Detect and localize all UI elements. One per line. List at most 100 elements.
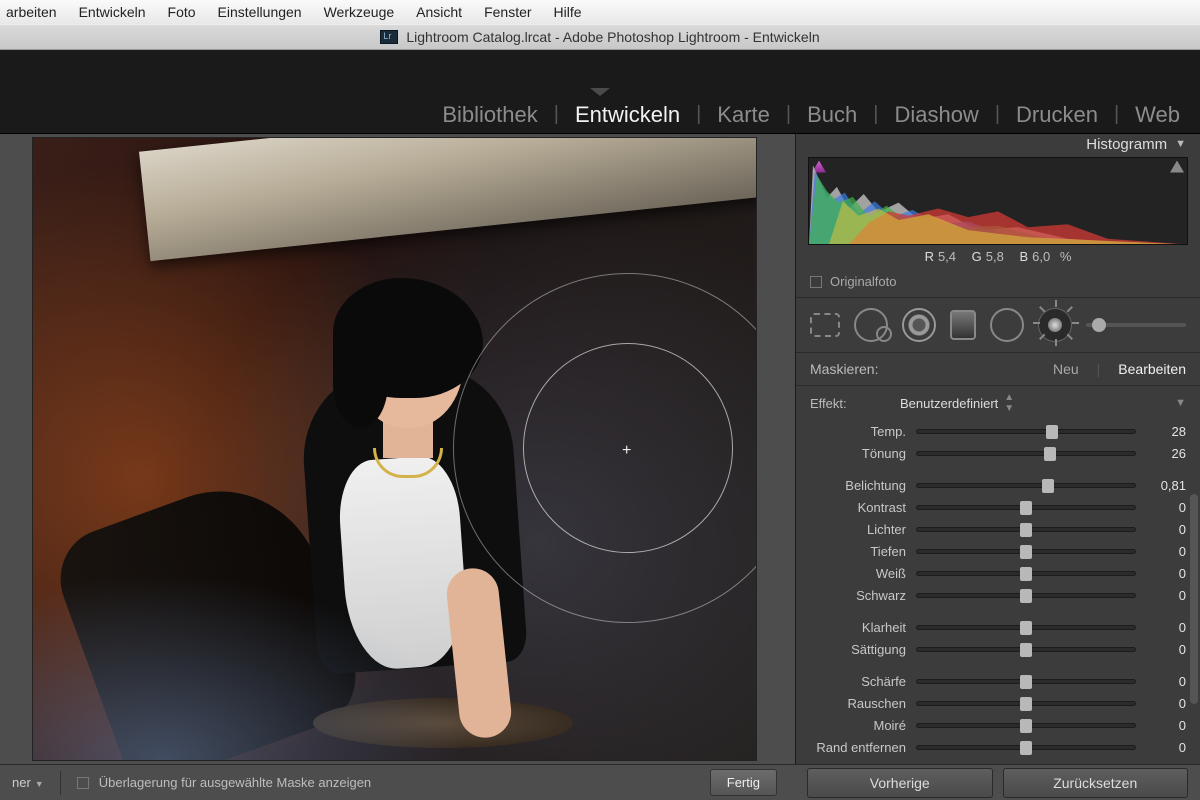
- slider-knob[interactable]: [1020, 567, 1032, 581]
- effect-value[interactable]: Benutzerdefiniert: [900, 396, 998, 411]
- adjustment-brush-tool-icon[interactable]: [1038, 308, 1072, 342]
- slider-row-moir: Moiré0: [810, 714, 1186, 736]
- toolbar-dropdown[interactable]: ner▼: [12, 775, 44, 790]
- slider-track[interactable]: [916, 745, 1136, 750]
- effect-stepper-icon[interactable]: ▲▼: [1004, 392, 1014, 414]
- slider-knob[interactable]: [1020, 589, 1032, 603]
- mask-mode-row: Maskieren: Neu | Bearbeiten: [796, 353, 1200, 385]
- slider-knob[interactable]: [1020, 675, 1032, 689]
- slider-row-rauschen: Rauschen0: [810, 692, 1186, 714]
- slider-knob[interactable]: [1020, 643, 1032, 657]
- histogram-display[interactable]: [808, 157, 1188, 245]
- slider-knob[interactable]: [1020, 523, 1032, 537]
- slider-track[interactable]: [916, 527, 1136, 532]
- os-menu-ansicht[interactable]: Ansicht: [416, 4, 462, 20]
- slider-label: Rand entfernen: [810, 740, 906, 755]
- os-menu-entwickeln[interactable]: Entwickeln: [79, 4, 146, 20]
- slider-value[interactable]: 0: [1146, 718, 1186, 733]
- module-tab-karte[interactable]: Karte: [711, 102, 776, 128]
- os-menu-einstellungen[interactable]: Einstellungen: [218, 4, 302, 20]
- slider-value[interactable]: 0: [1146, 642, 1186, 657]
- histogram-title: Histogramm: [1086, 136, 1167, 153]
- effect-preset-row[interactable]: Effekt: Benutzerdefiniert ▲▼ ▼: [796, 385, 1200, 418]
- slider-value[interactable]: 0: [1146, 740, 1186, 755]
- reset-button[interactable]: Zurücksetzen: [1003, 768, 1189, 798]
- image-viewer[interactable]: +: [0, 134, 795, 764]
- collapse-triangle-icon[interactable]: ▼: [1175, 138, 1186, 150]
- redeye-tool-icon[interactable]: [902, 308, 936, 342]
- slider-value[interactable]: 0: [1146, 544, 1186, 559]
- module-tab-drucken[interactable]: Drucken: [1010, 102, 1104, 128]
- overlay-checkbox[interactable]: [77, 777, 89, 789]
- slider-track[interactable]: [916, 723, 1136, 728]
- slider-value[interactable]: 0: [1146, 522, 1186, 537]
- preview-image[interactable]: +: [32, 137, 757, 761]
- slider-knob[interactable]: [1020, 719, 1032, 733]
- slider-track[interactable]: [916, 505, 1136, 510]
- slider-label: Temp.: [810, 424, 906, 439]
- panel-scrollbar[interactable]: [1190, 494, 1198, 704]
- slider-value[interactable]: 26: [1146, 446, 1186, 461]
- slider-knob[interactable]: [1020, 621, 1032, 635]
- histogram-panel-header[interactable]: Histogramm ▼: [796, 134, 1200, 155]
- module-tab-diashow[interactable]: Diashow: [888, 102, 984, 128]
- os-menu-foto[interactable]: Foto: [168, 4, 196, 20]
- os-menu-hilfe[interactable]: Hilfe: [554, 4, 582, 20]
- slider-value[interactable]: 28: [1146, 424, 1186, 439]
- mask-new-link[interactable]: Neu: [1053, 361, 1079, 377]
- original-label: Originalfoto: [830, 274, 896, 289]
- module-tab-web[interactable]: Web: [1129, 102, 1186, 128]
- slider-label: Tiefen: [810, 544, 906, 559]
- slider-label: Sättigung: [810, 642, 906, 657]
- slider-track[interactable]: [916, 451, 1136, 456]
- spot-removal-tool-icon[interactable]: [854, 308, 888, 342]
- effect-disclosure-icon[interactable]: ▼: [1175, 397, 1186, 409]
- slider-knob[interactable]: [1020, 741, 1032, 755]
- slider-track[interactable]: [916, 549, 1136, 554]
- slider-track[interactable]: [916, 571, 1136, 576]
- os-menu-werkzeuge[interactable]: Werkzeuge: [324, 4, 395, 20]
- slider-track[interactable]: [916, 429, 1136, 434]
- crop-tool-icon[interactable]: [810, 313, 840, 337]
- original-photo-row[interactable]: Originalfoto: [796, 270, 1200, 298]
- slider-value[interactable]: 0: [1146, 588, 1186, 603]
- slider-track[interactable]: [916, 701, 1136, 706]
- slider-value[interactable]: 0,81: [1146, 478, 1186, 493]
- os-menu-arbeiten[interactable]: arbeiten: [6, 4, 57, 20]
- slider-knob[interactable]: [1042, 479, 1054, 493]
- original-checkbox[interactable]: [810, 276, 822, 288]
- slider-knob[interactable]: [1020, 697, 1032, 711]
- previous-button[interactable]: Vorherige: [807, 768, 993, 798]
- graduated-filter-tool-icon[interactable]: [950, 310, 976, 340]
- slider-knob[interactable]: [1020, 545, 1032, 559]
- slider-track[interactable]: [916, 593, 1136, 598]
- slider-knob[interactable]: [1046, 425, 1058, 439]
- brush-size-slider[interactable]: [1086, 323, 1186, 327]
- panel-collapse-arrow-icon[interactable]: [590, 88, 610, 96]
- slider-track[interactable]: [916, 647, 1136, 652]
- slider-row-wei: Weiß0: [810, 562, 1186, 584]
- radial-filter-tool-icon[interactable]: [990, 308, 1024, 342]
- window-titlebar: Lightroom Catalog.lrcat - Adobe Photosho…: [0, 24, 1200, 50]
- slider-track[interactable]: [916, 625, 1136, 630]
- slider-value[interactable]: 0: [1146, 566, 1186, 581]
- slider-row-temp: Temp. 28: [810, 420, 1186, 442]
- module-tab-buch[interactable]: Buch: [801, 102, 863, 128]
- os-menu-fenster[interactable]: Fenster: [484, 4, 531, 20]
- slider-value[interactable]: 0: [1146, 674, 1186, 689]
- slider-track[interactable]: [916, 679, 1136, 684]
- slider-knob[interactable]: [1020, 501, 1032, 515]
- slider-value[interactable]: 0: [1146, 696, 1186, 711]
- slider-value[interactable]: 0: [1146, 500, 1186, 515]
- module-tab-bibliothek[interactable]: Bibliothek: [436, 102, 543, 128]
- slider-value[interactable]: 0: [1146, 620, 1186, 635]
- slider-track[interactable]: [916, 483, 1136, 488]
- develop-right-panel: Histogramm ▼ R5,4 G5,8 B6,0 % Originalfo…: [795, 134, 1200, 764]
- done-button[interactable]: Fertig: [710, 769, 777, 796]
- local-adjustment-toolstrip: [796, 298, 1200, 353]
- module-tab-entwickeln[interactable]: Entwickeln: [569, 102, 686, 128]
- slider-knob[interactable]: [1044, 447, 1056, 461]
- radial-filter-center-icon[interactable]: +: [622, 442, 631, 460]
- mask-edit-link[interactable]: Bearbeiten: [1118, 361, 1186, 377]
- slider-row-klarheit: Klarheit0: [810, 616, 1186, 638]
